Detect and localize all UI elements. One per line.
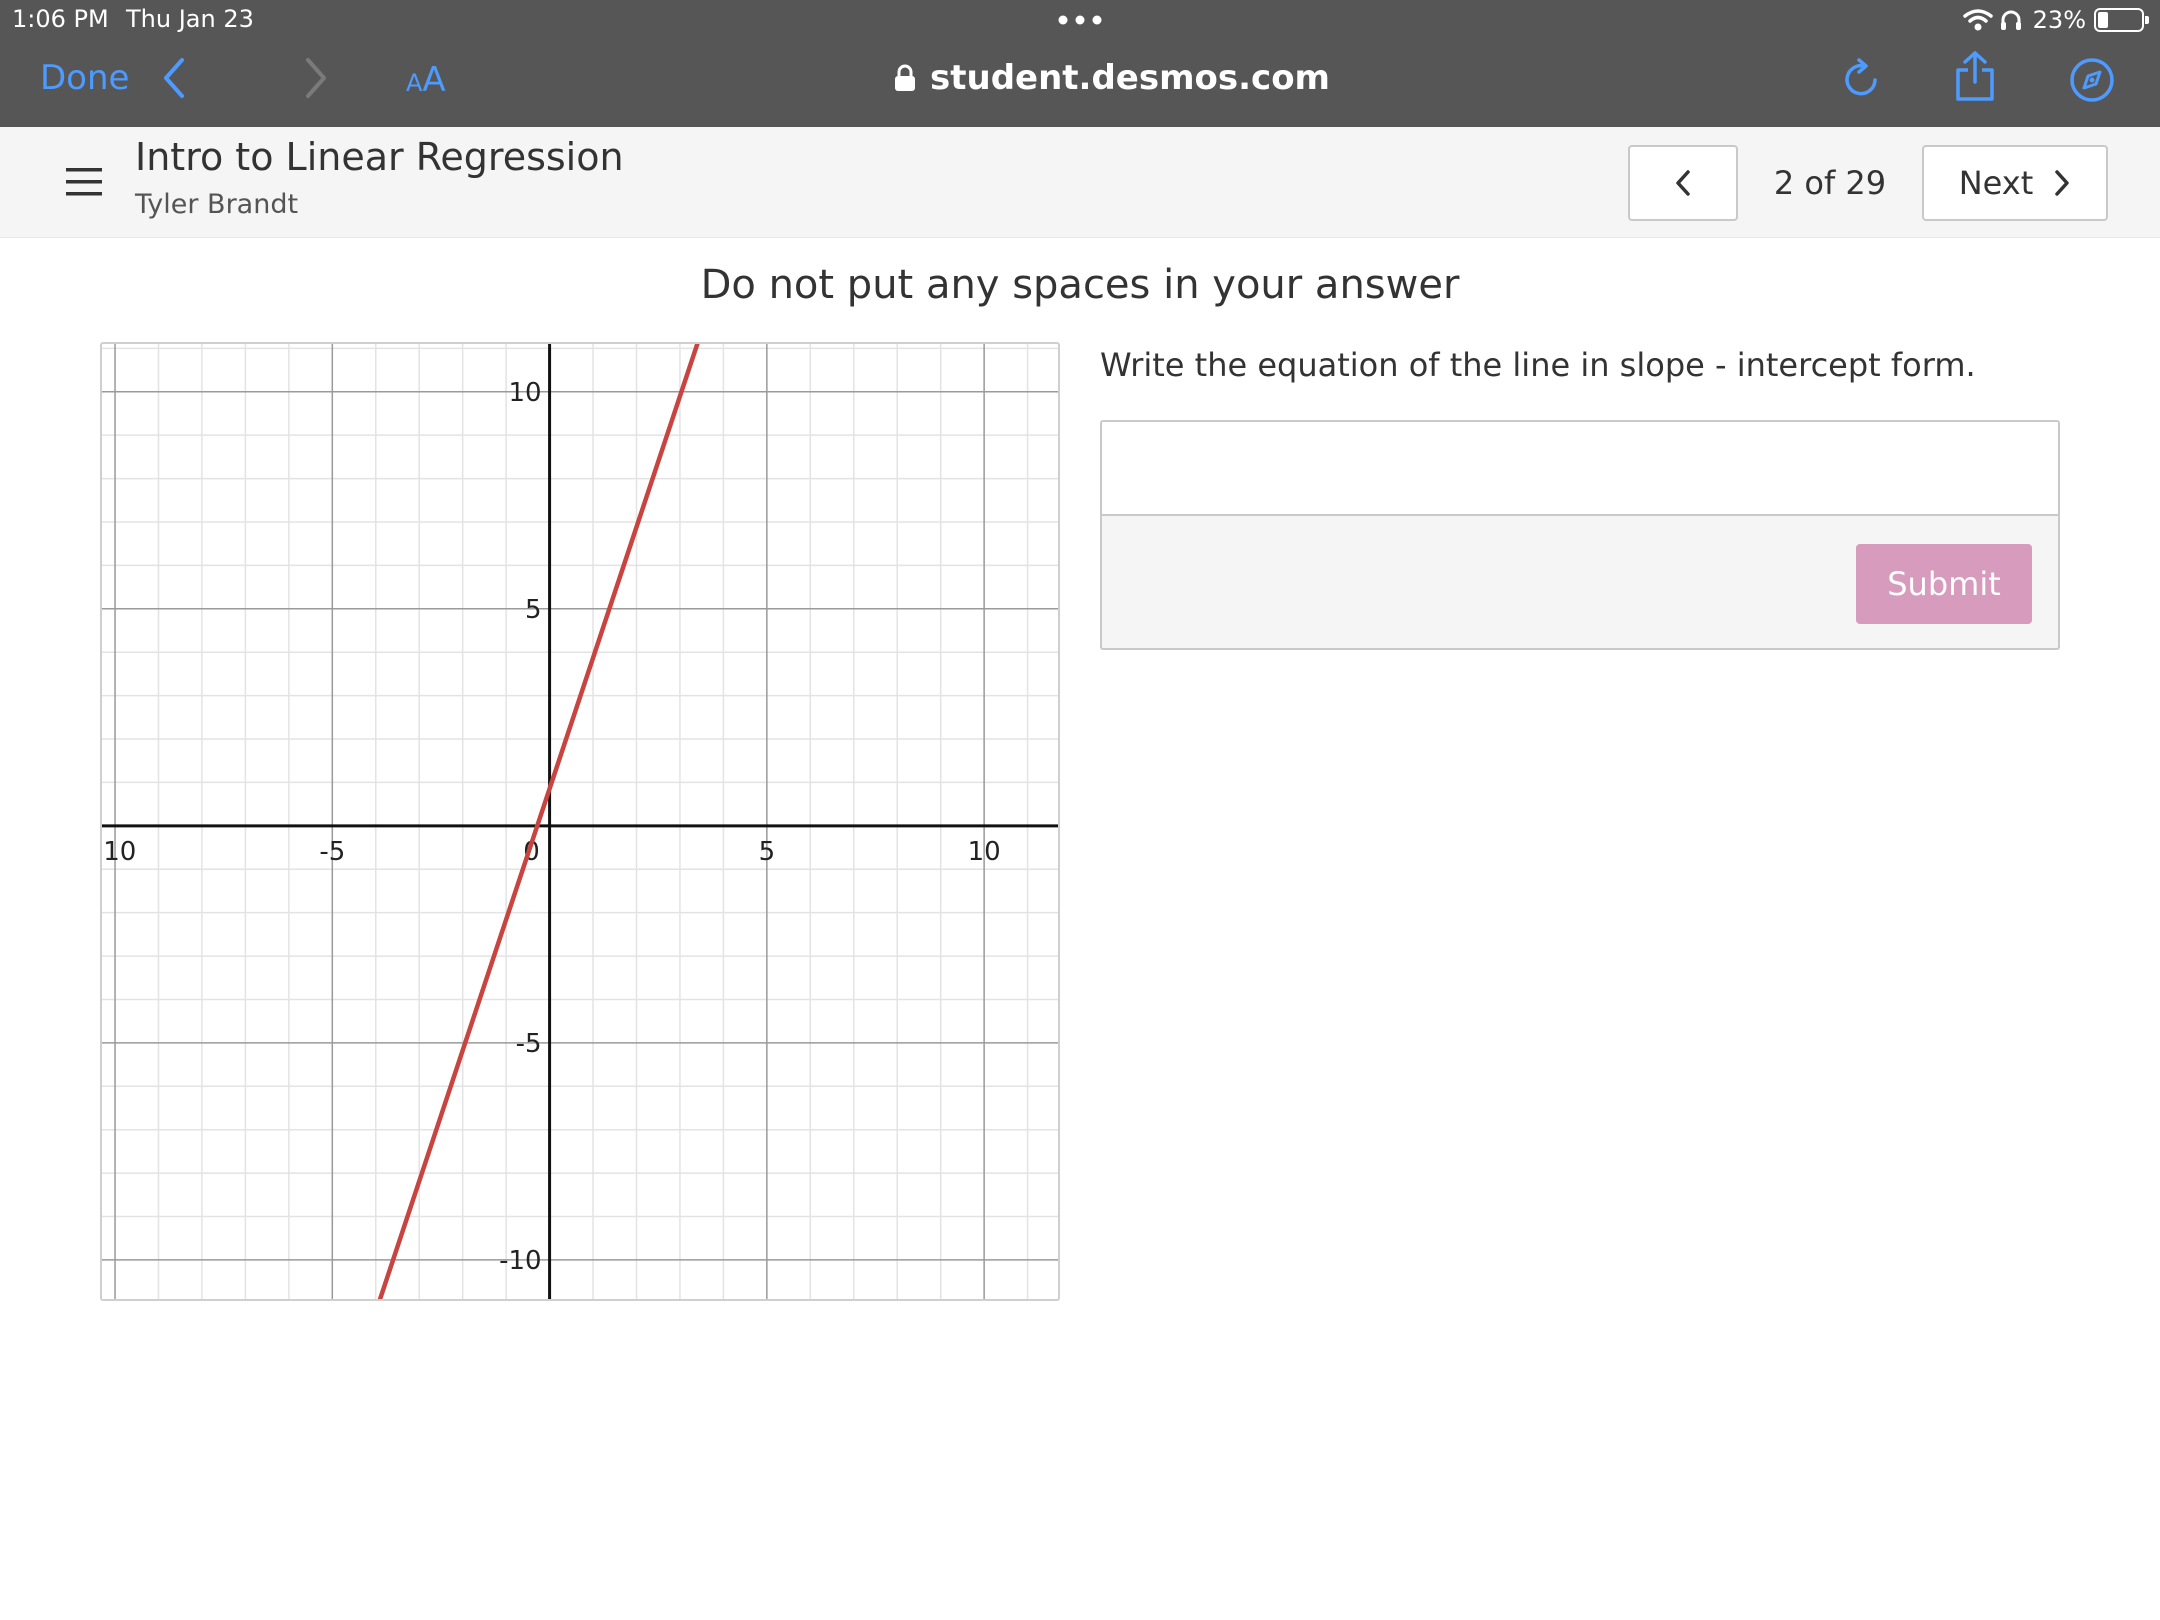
graph-panel[interactable]: -10-50510105-5-10 bbox=[100, 342, 1060, 1301]
submit-button[interactable]: Submit bbox=[1856, 544, 2032, 624]
share-icon[interactable] bbox=[1954, 50, 1996, 102]
status-date: Thu Jan 23 bbox=[126, 5, 254, 33]
status-indicators: 23% bbox=[1962, 4, 2149, 36]
url-text: student.desmos.com bbox=[930, 58, 1330, 98]
browser-chrome: 1:06 PM Thu Jan 23 23% Done AA student.d… bbox=[0, 0, 2160, 127]
chevron-left-icon bbox=[1676, 170, 1690, 196]
activity-header: Intro to Linear Regression Tyler Brandt … bbox=[0, 127, 2160, 238]
battery-tip bbox=[2145, 16, 2149, 24]
x-tick-label: 5 bbox=[759, 837, 776, 867]
x-tick-label: -5 bbox=[319, 837, 345, 867]
text-size-large-label: A bbox=[422, 60, 446, 100]
done-button[interactable]: Done bbox=[40, 58, 129, 98]
activity-title: Intro to Linear Regression bbox=[135, 135, 624, 179]
graphed-line bbox=[377, 344, 700, 1299]
status-time: 1:06 PM bbox=[12, 5, 109, 33]
answer-input[interactable] bbox=[1102, 422, 2058, 516]
text-size-small-label: A bbox=[406, 69, 423, 97]
question-prompt: Write the equation of the line in slope … bbox=[1100, 346, 1976, 384]
y-tick-label: -5 bbox=[516, 1029, 542, 1059]
response-card: Submit bbox=[1100, 420, 2060, 650]
instruction-text: Do not put any spaces in your answer bbox=[700, 262, 1460, 308]
wifi-icon bbox=[1962, 9, 1993, 31]
next-label: Next bbox=[1958, 164, 2034, 202]
safari-compass-icon[interactable] bbox=[2068, 56, 2116, 104]
lock-icon bbox=[895, 64, 915, 91]
hamburger-menu-icon[interactable] bbox=[66, 167, 102, 197]
battery-level bbox=[2098, 12, 2108, 28]
address-bar[interactable]: student.desmos.com bbox=[894, 56, 1330, 100]
y-tick-label: 5 bbox=[525, 595, 542, 625]
previous-screen-button[interactable] bbox=[1628, 145, 1738, 221]
x-tick-label: 10 bbox=[968, 837, 1001, 867]
x-tick-label: -10 bbox=[102, 837, 136, 867]
chevron-right-icon bbox=[2055, 170, 2070, 196]
screen-counter: 2 of 29 bbox=[1773, 164, 1887, 202]
forward-arrow-icon[interactable] bbox=[304, 56, 328, 100]
reload-icon[interactable] bbox=[1842, 58, 1882, 100]
back-arrow-icon[interactable] bbox=[162, 56, 186, 100]
student-name: Tyler Brandt bbox=[135, 189, 299, 220]
next-screen-button[interactable]: Next bbox=[1922, 145, 2108, 221]
headphones-icon bbox=[2000, 10, 2021, 30]
text-size-button[interactable]: AA bbox=[406, 60, 446, 100]
battery-icon bbox=[2094, 8, 2149, 32]
y-tick-label: 10 bbox=[508, 378, 541, 408]
battery-percent: 23% bbox=[2032, 6, 2086, 34]
multitasking-dots-icon[interactable] bbox=[1058, 15, 1102, 25]
coordinate-graph[interactable]: -10-50510105-5-10 bbox=[102, 344, 1058, 1299]
y-tick-label: -10 bbox=[499, 1246, 541, 1276]
